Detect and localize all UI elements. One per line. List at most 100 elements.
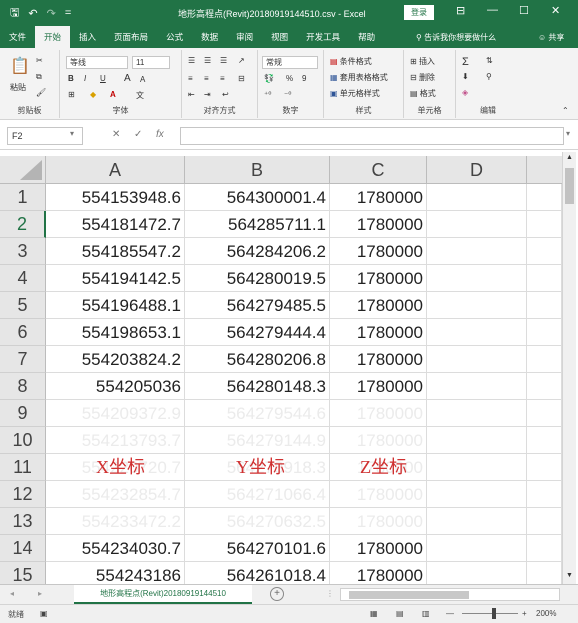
phonetic-icon[interactable]: 文 — [136, 90, 144, 101]
cell-e[interactable] — [527, 346, 562, 373]
cell-b[interactable]: 564280148.3 — [185, 373, 330, 400]
zoom-slider-thumb[interactable] — [492, 608, 496, 619]
cell-a[interactable]: 554181472.7 — [46, 211, 185, 238]
vertical-scrollbar[interactable]: ▲ ▼ — [562, 152, 576, 584]
cell-a[interactable]: 554213793.7 — [46, 427, 185, 454]
italic-button[interactable]: I — [84, 74, 86, 83]
shrink-font-button[interactable]: A — [140, 75, 145, 84]
tab-help[interactable]: 帮助 — [349, 26, 384, 48]
cell-c[interactable]: 1780000 — [330, 238, 427, 265]
customize-qat-icon[interactable]: = — [65, 7, 71, 19]
prev-sheet-icon[interactable]: ◂ — [10, 589, 14, 598]
cell-e[interactable] — [527, 373, 562, 400]
cell-c[interactable]: 1780000 — [330, 184, 427, 211]
cell-d[interactable] — [427, 184, 527, 211]
row-header[interactable]: 10 — [0, 427, 46, 454]
sort-filter-icon[interactable]: ⇅ — [486, 56, 493, 65]
tab-split-icon[interactable]: ⋮ — [326, 589, 334, 598]
cell-d[interactable] — [427, 238, 527, 265]
font-name-select[interactable]: 等线 — [66, 56, 128, 69]
cell-b[interactable]: 564300001.4 — [185, 184, 330, 211]
redo-icon[interactable]: ↷ — [47, 7, 56, 20]
column-header-c[interactable]: C — [330, 156, 427, 184]
zoom-out-button[interactable]: — — [446, 609, 454, 618]
cell-c[interactable]: 1780000 — [330, 535, 427, 562]
normal-view-icon[interactable]: ▦ — [370, 609, 378, 618]
cell-a[interactable]: 554203824.2 — [46, 346, 185, 373]
cell-e[interactable] — [527, 400, 562, 427]
increase-indent-icon[interactable]: ⇥ — [204, 90, 211, 99]
select-all-button[interactable] — [0, 156, 46, 184]
cell-c[interactable]: 1780000 — [330, 400, 427, 427]
decrease-indent-icon[interactable]: ⇤ — [188, 90, 195, 99]
grow-font-button[interactable]: A — [124, 73, 131, 84]
collapse-ribbon-icon[interactable]: ⌃ — [562, 106, 569, 115]
cell-c[interactable]: 1780000 — [330, 481, 427, 508]
undo-icon[interactable]: ↶ — [28, 7, 37, 20]
name-box-dropdown-icon[interactable]: ▾ — [70, 129, 74, 138]
tell-me-search[interactable]: ⚲ 告诉我你想要做什么 — [416, 32, 496, 43]
cell-d[interactable] — [427, 319, 527, 346]
cancel-icon[interactable]: ✕ — [112, 129, 120, 140]
cell-d[interactable] — [427, 373, 527, 400]
cell-a[interactable]: 554232854.7 — [46, 481, 185, 508]
cell-c[interactable]: 1780000 — [330, 292, 427, 319]
cell-d[interactable] — [427, 535, 527, 562]
row-header[interactable]: 7 — [0, 346, 46, 373]
scroll-down-icon[interactable]: ▼ — [566, 572, 573, 579]
font-size-select[interactable]: 11 — [132, 56, 170, 69]
add-sheet-button[interactable]: + — [270, 587, 284, 601]
comma-style-button[interactable]: 9 — [302, 74, 306, 83]
maximize-icon[interactable]: ☐ — [519, 4, 529, 17]
cell-b[interactable]: 564279485.5 — [185, 292, 330, 319]
cell-a[interactable]: 554194142.5 — [46, 265, 185, 292]
tab-formulas[interactable]: 公式 — [157, 26, 192, 48]
minimize-icon[interactable]: — — [487, 4, 498, 16]
cell-b[interactable]: 564280206.8 — [185, 346, 330, 373]
row-header[interactable]: 6 — [0, 319, 46, 346]
tab-page-layout[interactable]: 页面布局 — [105, 26, 157, 48]
column-header-b[interactable]: B — [185, 156, 330, 184]
cell-a[interactable]: 554196488.1 — [46, 292, 185, 319]
row-header[interactable]: 9 — [0, 400, 46, 427]
accounting-format-icon[interactable]: 💱 — [264, 74, 274, 83]
page-break-view-icon[interactable]: ▥ — [422, 609, 430, 618]
save-icon[interactable]: 🖫 — [10, 4, 19, 23]
underline-button[interactable]: U — [100, 74, 106, 83]
next-sheet-icon[interactable]: ▸ — [38, 589, 42, 598]
page-layout-view-icon[interactable]: ▤ — [396, 609, 404, 618]
fill-color-icon[interactable]: ◆ — [90, 90, 96, 99]
cell-c[interactable]: 1780000 — [330, 346, 427, 373]
cell-b[interactable]: 564271066.4 — [185, 481, 330, 508]
copy-icon[interactable]: ⧉ — [36, 72, 42, 82]
cell-b[interactable]: 564279544.6 — [185, 400, 330, 427]
row-header[interactable]: 5 — [0, 292, 46, 319]
align-right-icon[interactable]: ≡ — [220, 74, 225, 83]
format-painter-icon[interactable]: 🖌 — [36, 88, 46, 97]
horizontal-scrollbar[interactable] — [340, 588, 560, 601]
cell-d[interactable] — [427, 346, 527, 373]
login-button[interactable]: 登录 — [404, 5, 434, 20]
bold-button[interactable]: B — [68, 74, 74, 83]
border-icon[interactable]: ⊞ — [68, 90, 75, 99]
cell-b[interactable]: 564270101.6 — [185, 535, 330, 562]
format-cells-button[interactable]: ▤ 格式 — [410, 88, 436, 99]
cell-c[interactable]: 1780000 — [330, 265, 427, 292]
align-middle-icon[interactable]: ☰ — [204, 56, 211, 65]
cell-d[interactable] — [427, 481, 527, 508]
cell-c[interactable]: 1780000 — [330, 211, 427, 238]
align-left-icon[interactable]: ≡ — [188, 74, 193, 83]
cell-e[interactable] — [527, 238, 562, 265]
cell-e[interactable] — [527, 508, 562, 535]
row-header[interactable]: 8 — [0, 373, 46, 400]
column-header-e[interactable] — [527, 156, 562, 184]
cell-b[interactable]: 564279144.9 — [185, 427, 330, 454]
find-select-icon[interactable]: ⚲ — [486, 72, 492, 81]
merge-center-icon[interactable]: ⊟ — [238, 74, 245, 83]
align-center-icon[interactable]: ≡ — [204, 74, 209, 83]
zoom-in-button[interactable]: + — [522, 609, 527, 618]
clear-icon[interactable]: ◈ — [462, 88, 468, 97]
column-header-d[interactable]: D — [427, 156, 527, 184]
worksheet-grid[interactable]: A B C D 1 554153948.6 564300001.4 1780000 2 5… — [0, 156, 562, 589]
cell-b[interactable]: 564285711.1 — [185, 211, 330, 238]
